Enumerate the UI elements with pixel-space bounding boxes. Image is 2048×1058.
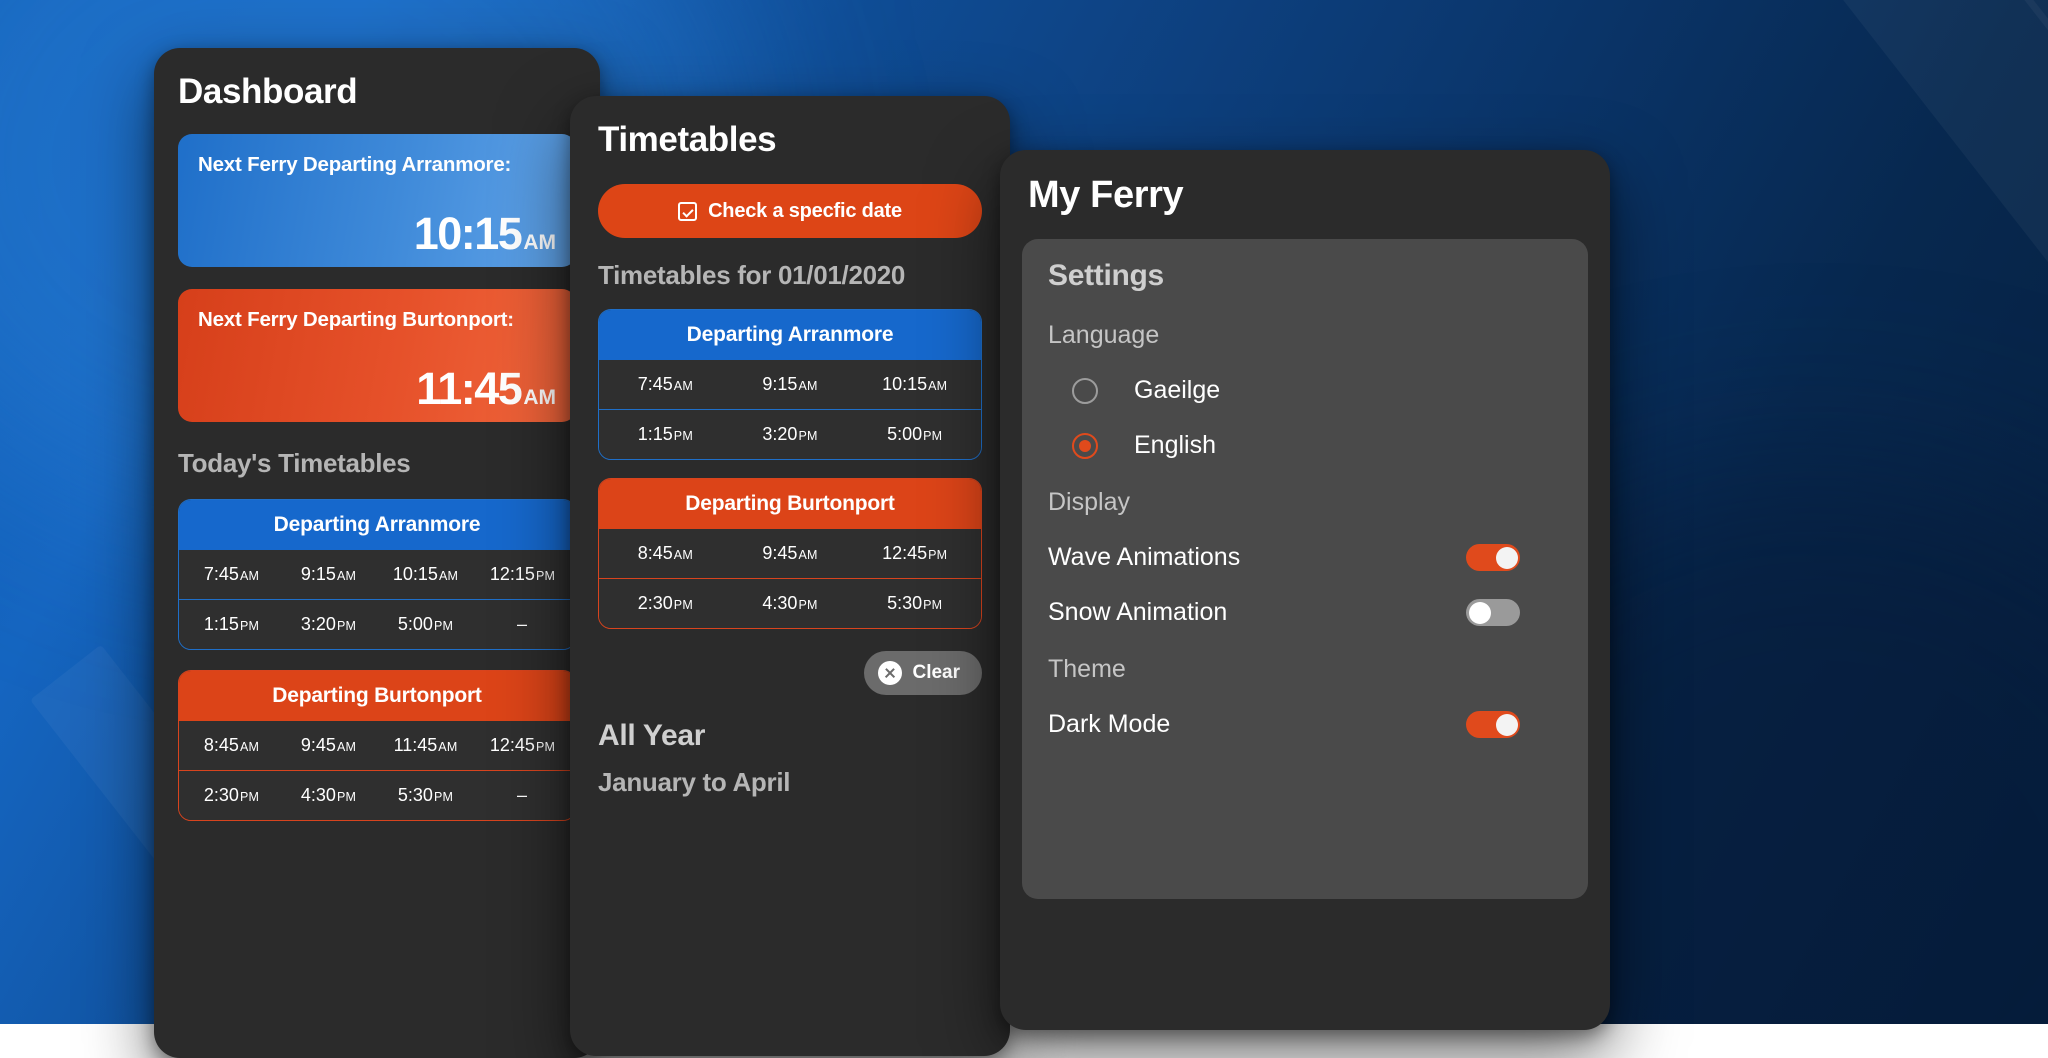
calendar-check-icon (678, 202, 697, 221)
timetable-row: 2:30PM 4:30PM 5:30PM (599, 578, 981, 628)
timetable-cell: 8:45AM (603, 543, 728, 564)
timetable-heading: Departing Burtonport (179, 671, 575, 721)
timetable-cell: 5:00PM (852, 424, 977, 445)
clear-button[interactable]: Clear (864, 651, 982, 695)
close-circle-icon (878, 661, 902, 685)
timetable-cell: 12:15PM (474, 564, 571, 585)
clear-button-row: Clear (570, 651, 982, 695)
display-group-label: Display (1048, 488, 1562, 517)
timetable-row: 2:30PM 4:30PM 5:30PM – (179, 770, 575, 820)
timetable-row: 7:45AM 9:15AM 10:15AM (599, 360, 981, 409)
timetable-burtonport: Departing Burtonport 8:45AM 9:45AM 12:45… (598, 478, 982, 629)
timetable-cell: 9:45AM (728, 543, 853, 564)
timetable-cell: 4:30PM (280, 785, 377, 806)
next-departure-time-value: 10:15 (414, 211, 522, 256)
timetable-heading: Departing Arranmore (599, 310, 981, 360)
next-departure-label: Next Ferry Departing Arranmore: (198, 152, 556, 178)
timetable-cell: 8:45AM (183, 735, 280, 756)
timetable-heading: Departing Arranmore (179, 500, 575, 550)
setting-wave-animations: Wave Animations (1048, 543, 1562, 572)
next-departure-label: Next Ferry Departing Burtonport: (198, 307, 556, 333)
timetable-cell: 4:30PM (728, 593, 853, 614)
timetable-cell: 1:15PM (183, 614, 280, 635)
timetable-cell: 9:15AM (728, 374, 853, 395)
dashboard-window: Dashboard Next Ferry Departing Arranmore… (154, 48, 600, 1058)
myferry-window: My Ferry Settings Language Gaeilge Engli… (1000, 150, 1610, 1030)
timetable-cell: – (474, 785, 571, 806)
settings-title: Settings (1048, 259, 1562, 293)
page-title: Dashboard (178, 72, 600, 112)
timetable-cell: 5:30PM (377, 785, 474, 806)
next-departure-time: 10:15 AM (414, 211, 556, 256)
timetable-cell: 3:20PM (280, 614, 377, 635)
toggle-knob (1496, 714, 1518, 736)
all-year-subheading: January to April (598, 767, 1010, 798)
check-specific-date-button[interactable]: Check a specfic date (598, 184, 982, 238)
language-option-label: English (1134, 431, 1216, 460)
setting-dark-mode: Dark Mode (1048, 710, 1562, 739)
timetable-cell: 11:45AM (377, 735, 474, 756)
timetable-cell: 2:30PM (603, 593, 728, 614)
toggle-knob (1469, 602, 1491, 624)
todays-timetables-heading: Today's Timetables (178, 448, 600, 479)
timetable-cell: 5:00PM (377, 614, 474, 635)
timetable-row: 1:15PM 3:20PM 5:00PM – (179, 599, 575, 649)
timetable-cell: 12:45PM (852, 543, 977, 564)
toggle-knob (1496, 547, 1518, 569)
timetable-row: 7:45AM 9:15AM 10:15AM 12:15PM (179, 550, 575, 599)
timetable-cell: 2:30PM (183, 785, 280, 806)
language-option-english[interactable]: English (1048, 431, 1562, 460)
setting-snow-animation: Snow Animation (1048, 598, 1562, 627)
next-departure-card-burtonport: Next Ferry Departing Burtonport: 11:45 A… (178, 289, 576, 422)
next-departure-meridiem: AM (523, 386, 556, 410)
setting-label: Dark Mode (1048, 710, 1170, 739)
timetable-cell: 10:15AM (852, 374, 977, 395)
setting-label: Snow Animation (1048, 598, 1227, 627)
page-title: Timetables (598, 120, 1010, 160)
radio-checked-icon[interactable] (1072, 433, 1098, 459)
setting-label: Wave Animations (1048, 543, 1240, 572)
check-specific-date-label: Check a specfic date (708, 200, 902, 223)
timetable-row: 8:45AM 9:45AM 11:45AM 12:45PM (179, 721, 575, 770)
language-option-label: Gaeilge (1134, 376, 1220, 405)
snow-animation-toggle[interactable] (1466, 599, 1520, 626)
timetable-cell: 1:15PM (603, 424, 728, 445)
timetable-cell: 12:45PM (474, 735, 571, 756)
timetable-cell: 9:45AM (280, 735, 377, 756)
timetable-cell: 3:20PM (728, 424, 853, 445)
timetables-window: Timetables Check a specfic date Timetabl… (570, 96, 1010, 1056)
timetable-arranmore: Departing Arranmore 7:45AM 9:15AM 10:15A… (178, 499, 576, 650)
language-option-gaeilge[interactable]: Gaeilge (1048, 376, 1562, 405)
next-departure-meridiem: AM (523, 231, 556, 255)
timetable-row: 1:15PM 3:20PM 5:00PM (599, 409, 981, 459)
timetable-cell: 7:45AM (183, 564, 280, 585)
next-departure-card-arranmore: Next Ferry Departing Arranmore: 10:15 AM (178, 134, 576, 267)
timetable-cell: 10:15AM (377, 564, 474, 585)
timetable-arranmore: Departing Arranmore 7:45AM 9:15AM 10:15A… (598, 309, 982, 460)
clear-button-label: Clear (912, 662, 960, 684)
language-group-label: Language (1048, 321, 1562, 350)
next-departure-time: 11:45 AM (416, 366, 556, 411)
timetables-date-heading: Timetables for 01/01/2020 (598, 260, 1010, 291)
settings-card: Settings Language Gaeilge English Displa… (1022, 239, 1588, 899)
radio-unchecked-icon[interactable] (1072, 378, 1098, 404)
next-departure-time-value: 11:45 (416, 366, 521, 411)
all-year-heading: All Year (598, 719, 1010, 753)
timetable-cell: – (474, 614, 571, 635)
timetable-row: 8:45AM 9:45AM 12:45PM (599, 529, 981, 578)
wave-animations-toggle[interactable] (1466, 544, 1520, 571)
timetable-cell: 9:15AM (280, 564, 377, 585)
theme-group-label: Theme (1048, 655, 1562, 684)
timetable-cell: 5:30PM (852, 593, 977, 614)
timetable-burtonport: Departing Burtonport 8:45AM 9:45AM 11:45… (178, 670, 576, 821)
page-title: My Ferry (1028, 174, 1610, 217)
dark-mode-toggle[interactable] (1466, 711, 1520, 738)
timetable-heading: Departing Burtonport (599, 479, 981, 529)
timetable-cell: 7:45AM (603, 374, 728, 395)
